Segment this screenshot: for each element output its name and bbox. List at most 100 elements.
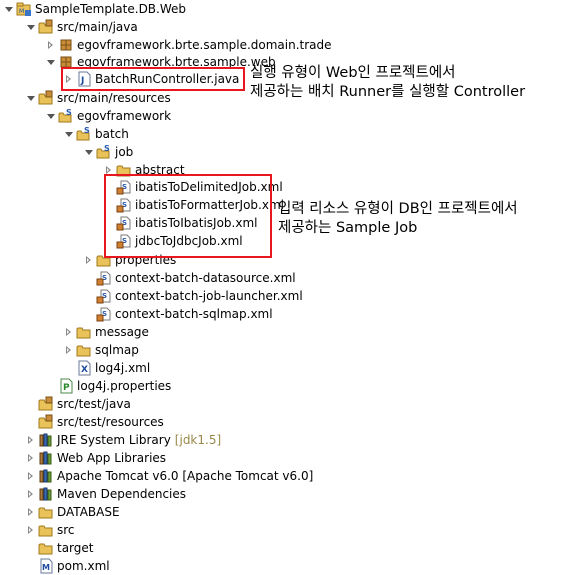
source-folder-icon bbox=[38, 396, 54, 412]
collapsed-arrow-icon[interactable] bbox=[84, 255, 93, 265]
expanded-arrow-icon[interactable] bbox=[64, 130, 73, 139]
tree-item-label: Maven Dependencies bbox=[57, 487, 187, 501]
tree-item-label: target bbox=[57, 541, 94, 555]
expanded-arrow-icon[interactable] bbox=[84, 148, 93, 157]
collapsed-arrow-icon[interactable] bbox=[26, 507, 35, 517]
controller-annotation-line2: 제공하는 배치 Runner를 실행할 Controller bbox=[250, 84, 526, 100]
controller-annotation-line1: 실행 유형이 Web인 프로젝트에서 bbox=[250, 65, 456, 81]
tree-item-label: job bbox=[115, 145, 134, 159]
tree-item-label: egovframework.brte.sample.domain.trade bbox=[77, 38, 332, 52]
expanded-arrow-icon[interactable] bbox=[46, 58, 55, 67]
tree-item-label: src/main/java bbox=[57, 20, 138, 34]
tree-item-label: batch bbox=[95, 127, 129, 141]
tree-item-label: context-batch-datasource.xml bbox=[115, 271, 296, 285]
library-icon bbox=[38, 486, 54, 502]
tree-item[interactable]: src/main/java bbox=[26, 18, 138, 36]
tree-item-label: SampleTemplate.DB.Web bbox=[35, 2, 187, 16]
tree-item-label: DATABASE bbox=[57, 505, 120, 519]
tree-item-decoration: [jdk1.5] bbox=[174, 433, 222, 447]
tree-item-label: sqlmap bbox=[95, 343, 139, 357]
tree-item[interactable]: src bbox=[26, 521, 75, 539]
collapsed-arrow-icon[interactable] bbox=[26, 471, 35, 481]
collapsed-arrow-icon[interactable] bbox=[26, 525, 35, 535]
tree-item-label: Web App Libraries bbox=[57, 451, 167, 465]
spring-xml-file-icon: S bbox=[96, 288, 112, 304]
source-folder-icon bbox=[38, 90, 54, 106]
expanded-arrow-icon[interactable] bbox=[26, 94, 35, 103]
xml-file-icon: X bbox=[76, 360, 92, 376]
tree-item[interactable]: Mpom.xml bbox=[26, 557, 110, 575]
tree-item[interactable]: Maven Dependencies bbox=[26, 485, 186, 503]
collapsed-arrow-icon[interactable] bbox=[26, 489, 35, 499]
spring-folder-icon: S bbox=[96, 144, 112, 160]
svg-text:S: S bbox=[66, 108, 72, 117]
tree-item[interactable]: src/main/resources bbox=[26, 89, 171, 107]
tree-item-label: src bbox=[57, 523, 75, 537]
library-icon bbox=[38, 468, 54, 484]
library-icon bbox=[38, 450, 54, 466]
svg-text:S: S bbox=[84, 126, 90, 135]
jobs-highlight-box bbox=[104, 174, 272, 258]
package-icon bbox=[58, 37, 74, 53]
collapsed-arrow-icon[interactable] bbox=[64, 327, 73, 337]
svg-text:M: M bbox=[42, 563, 50, 572]
collapsed-arrow-icon[interactable] bbox=[64, 345, 73, 355]
tree-item[interactable]: Sbatch bbox=[64, 125, 129, 143]
folder-icon bbox=[76, 324, 92, 340]
expanded-arrow-icon[interactable] bbox=[4, 5, 13, 14]
spring-folder-icon: S bbox=[76, 126, 92, 142]
tree-item[interactable]: Scontext-batch-sqlmap.xml bbox=[84, 305, 273, 323]
spring-xml-file-icon: S bbox=[96, 270, 112, 286]
expanded-arrow-icon[interactable] bbox=[46, 112, 55, 121]
properties-file-icon: P bbox=[58, 378, 74, 394]
collapsed-arrow-icon[interactable] bbox=[26, 435, 35, 445]
svg-text:P: P bbox=[63, 383, 70, 393]
tree-item[interactable]: src/test/java bbox=[26, 395, 131, 413]
tree-item[interactable]: Segovframework bbox=[46, 107, 171, 125]
tree-item-label: src/test/java bbox=[57, 397, 131, 411]
tree-item[interactable]: Sjob bbox=[84, 143, 133, 161]
tree-item[interactable]: JRE System Library [jdk1.5] bbox=[26, 431, 221, 449]
tree-item-label: log4j.xml bbox=[95, 361, 151, 375]
tree-item[interactable]: egovframework.brte.sample.domain.trade bbox=[46, 36, 332, 54]
collapsed-arrow-icon[interactable] bbox=[26, 453, 35, 463]
folder-icon bbox=[38, 522, 54, 538]
source-folder-icon bbox=[38, 19, 54, 35]
collapsed-arrow-icon[interactable] bbox=[46, 40, 55, 50]
source-folder-icon bbox=[38, 414, 54, 430]
tree-item[interactable]: M SampleTemplate.DB.Web bbox=[4, 0, 186, 18]
tree-item-label: context-batch-job-launcher.xml bbox=[115, 289, 303, 303]
svg-text:X: X bbox=[81, 365, 88, 375]
tree-item[interactable]: Scontext-batch-datasource.xml bbox=[84, 269, 296, 287]
tree-item-label: context-batch-sqlmap.xml bbox=[115, 307, 273, 321]
folder-icon bbox=[76, 342, 92, 358]
tree-item[interactable]: Scontext-batch-job-launcher.xml bbox=[84, 287, 303, 305]
jobs-annotation-line1: 입력 리소스 유형이 DB인 프로젝트에서 bbox=[278, 201, 518, 217]
controller-highlight-box bbox=[61, 67, 245, 91]
tree-item[interactable]: Xlog4j.xml bbox=[64, 359, 150, 377]
tree-item[interactable]: Web App Libraries bbox=[26, 449, 166, 467]
tree-item[interactable]: Plog4j.properties bbox=[46, 377, 171, 395]
spring-folder-icon: S bbox=[58, 108, 74, 124]
tree-item[interactable]: message bbox=[64, 323, 149, 341]
jobs-annotation-line2: 제공하는 Sample Job bbox=[278, 220, 418, 236]
tree-item[interactable]: Apache Tomcat v6.0 [Apache Tomcat v6.0] bbox=[26, 467, 313, 485]
folder-icon bbox=[38, 540, 54, 556]
expanded-arrow-icon[interactable] bbox=[26, 23, 35, 32]
maven-pom-icon: M bbox=[38, 558, 54, 574]
tree-item[interactable]: sqlmap bbox=[64, 341, 139, 359]
tree-item[interactable]: src/test/resources bbox=[26, 413, 164, 431]
tree-item[interactable]: DATABASE bbox=[26, 503, 120, 521]
tree-item-label: JRE System Library bbox=[57, 433, 171, 447]
tree-item-label: src/main/resources bbox=[57, 91, 171, 105]
tree-item[interactable]: target bbox=[26, 539, 94, 557]
tree-item-label: Apache Tomcat v6.0 [Apache Tomcat v6.0] bbox=[57, 469, 314, 483]
